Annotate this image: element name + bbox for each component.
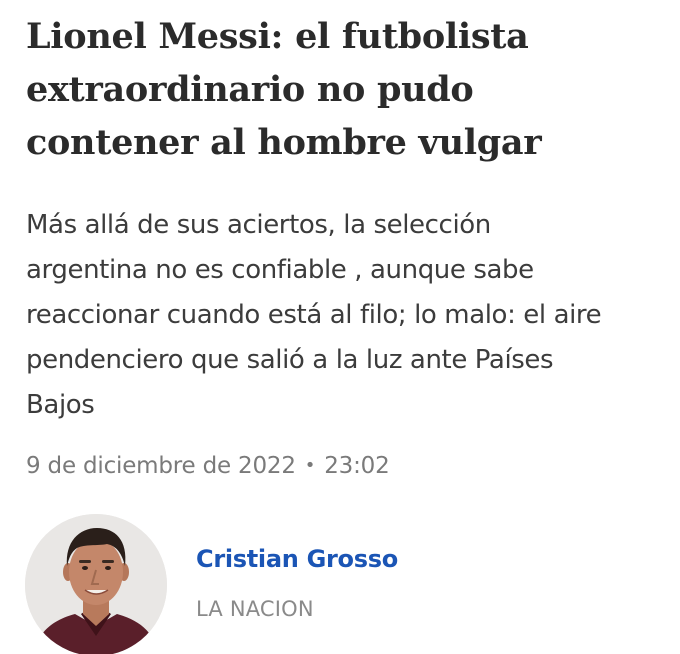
headline-line: Lionel Messi: el futbolista bbox=[26, 16, 529, 57]
author-photo-icon bbox=[25, 514, 167, 654]
dateline-separator: • bbox=[304, 455, 316, 476]
headline-line: contener al hombre vulgar bbox=[26, 122, 542, 163]
article-headline: Lionel Messi: el futbolista extraordinar… bbox=[26, 10, 666, 169]
author-name-link[interactable]: Cristian Grosso bbox=[196, 543, 398, 575]
author-outlet: LA NACION bbox=[196, 597, 314, 621]
subtitle-line: argentina no es confiable , aunque sabe bbox=[26, 255, 534, 285]
article-page: Lionel Messi: el futbolista extraordinar… bbox=[0, 0, 680, 654]
subtitle-line: Bajos bbox=[26, 390, 95, 420]
publish-date: 9 de diciembre de 2022 bbox=[26, 453, 296, 479]
article-dateline: 9 de diciembre de 2022 • 23:02 bbox=[26, 450, 390, 482]
subtitle-line: reaccionar cuando está al filo; lo malo:… bbox=[26, 300, 602, 330]
author-avatar[interactable] bbox=[25, 514, 167, 654]
publish-time: 23:02 bbox=[324, 453, 390, 479]
headline-line: extraordinario no pudo bbox=[26, 69, 474, 110]
article-subtitle: Más allá de sus aciertos, la selección a… bbox=[26, 203, 666, 428]
subtitle-line: pendenciero que salió a la luz ante País… bbox=[26, 345, 554, 375]
subtitle-line: Más allá de sus aciertos, la selección bbox=[26, 210, 491, 240]
